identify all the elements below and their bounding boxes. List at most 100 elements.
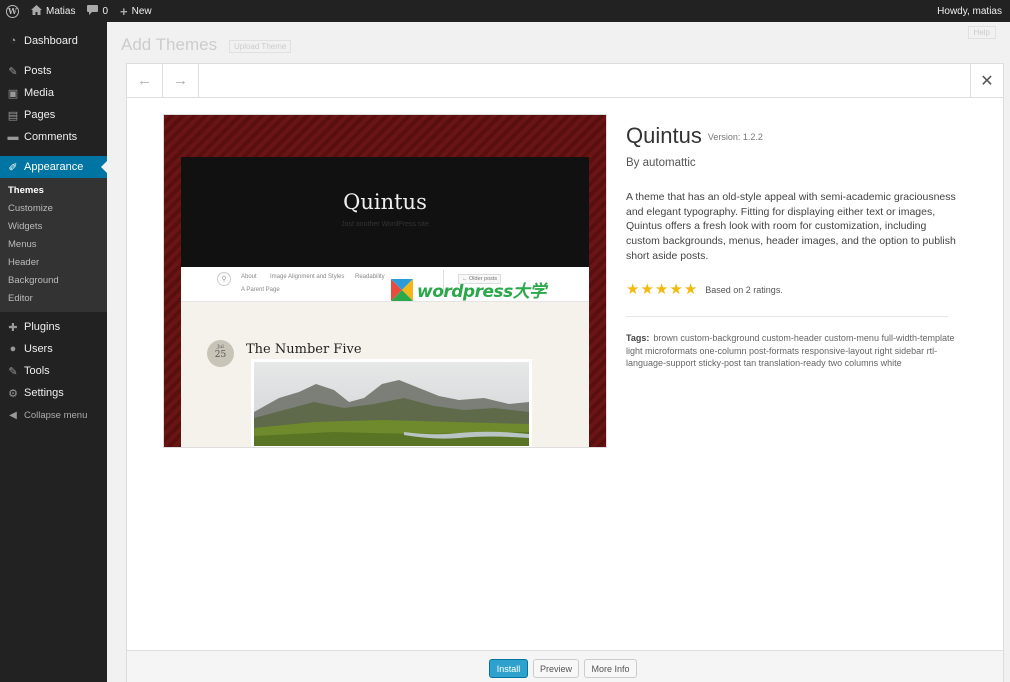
sidebar-item-label: Users <box>24 343 53 355</box>
previous-theme-button[interactable]: ← <box>127 64 163 97</box>
screenshot-nav-link: About <box>241 274 257 280</box>
media-icon: ▣ <box>7 87 19 100</box>
theme-name-text: Quintus <box>626 123 702 148</box>
sidebar-item-label: Tools <box>24 365 50 377</box>
plus-icon: + <box>120 3 128 19</box>
site-name-link[interactable]: Matias <box>25 0 81 22</box>
star-icon: ★ <box>626 281 640 298</box>
sidebar-item-appearance[interactable]: ✐ Appearance <box>0 156 107 178</box>
sidebar-item-label: Dashboard <box>24 35 78 47</box>
screenshot-nav-link: Readability <box>355 274 385 280</box>
star-icon: ★ <box>683 281 698 298</box>
submenu-item-header[interactable]: Header <box>0 254 107 272</box>
screenshot-post-title: The Number Five <box>246 342 362 357</box>
screenshot-tagline: Just another WordPress site <box>341 221 429 228</box>
screenshot-nav-link: A Parent Page <box>241 287 280 293</box>
collapse-menu-label: Collapse menu <box>24 409 88 421</box>
home-icon <box>31 4 42 18</box>
sidebar-item-posts[interactable]: ✎ Posts <box>0 60 107 82</box>
comment-bubble-icon <box>87 4 99 18</box>
theme-author: By automattic <box>626 157 696 169</box>
upload-theme-button[interactable]: Upload Theme <box>229 40 292 53</box>
new-content-link[interactable]: + New <box>114 0 158 22</box>
close-icon: ✕ <box>980 72 994 90</box>
comment-icon: ▬ <box>7 131 19 143</box>
submenu-item-background[interactable]: Background <box>0 272 107 290</box>
collapse-menu-button[interactable]: ◀ Collapse menu <box>0 404 107 426</box>
pages-icon: ▤ <box>7 109 19 122</box>
install-button[interactable]: Install <box>489 659 528 678</box>
watermark-text: wordpress大学 <box>417 282 546 302</box>
arrow-left-icon: ← <box>137 72 152 89</box>
howdy-text: Howdy, matias <box>937 5 1002 17</box>
collapse-arrow-icon: ◀ <box>9 409 17 421</box>
submenu-item-editor[interactable]: Editor <box>0 290 107 308</box>
wordpress-logo-icon: W <box>6 4 19 18</box>
sidebar-item-label: Comments <box>24 131 78 143</box>
theme-tags: Tags: brown custom-background custom-head… <box>626 332 956 370</box>
comments-link[interactable]: 0 <box>81 0 114 22</box>
admin-bar: W Matias 0 + New Howdy, matias <box>0 0 1010 22</box>
brush-icon: ✐ <box>8 161 18 174</box>
my-account-link[interactable]: Howdy, matias <box>937 0 1002 22</box>
submenu-item-themes[interactable]: Themes <box>0 182 107 200</box>
dashboard-icon: ◔ <box>9 35 17 47</box>
preview-button[interactable]: Preview <box>533 659 579 678</box>
search-icon: ⚲ <box>217 272 231 286</box>
rating-count: Based on 2 ratings. <box>705 284 783 295</box>
sidebar-item-label: Media <box>24 87 54 99</box>
close-overlay-button[interactable]: ✕ <box>970 64 1003 97</box>
pin-icon: ✎ <box>8 65 18 78</box>
overlay-header: ← → ✕ <box>127 64 1003 98</box>
theme-version: Version: 1.2.2 <box>707 132 763 142</box>
sidebar-item-plugins[interactable]: ✚ Plugins <box>0 316 107 338</box>
submenu-item-menus[interactable]: Menus <box>0 236 107 254</box>
more-info-button[interactable]: More Info <box>584 659 637 678</box>
site-name: Matias <box>46 5 76 17</box>
comments-count: 0 <box>102 5 109 17</box>
arrow-right-icon: → <box>173 72 188 89</box>
new-label: New <box>131 5 152 17</box>
sidebar-item-label: Appearance <box>24 161 84 173</box>
users-icon: ● <box>9 343 17 355</box>
sidebar-item-label: Posts <box>24 65 52 77</box>
star-icon: ★ <box>654 281 669 298</box>
help-tab[interactable]: Help <box>967 26 996 39</box>
star-icon: ★ <box>640 281 654 298</box>
sidebar-item-settings[interactable]: ⚙ Settings <box>0 382 107 404</box>
watermark-logo: wordpress大学 <box>391 277 546 302</box>
appearance-submenu: Themes Customize Widgets Menus Header Ba… <box>0 178 107 312</box>
sidebar-item-label: Settings <box>24 387 64 399</box>
screenshot-nav-link: Image Alignment and Styles <box>270 274 345 280</box>
tags-label: Tags: <box>626 333 650 343</box>
theme-description: A theme that has an old-style appeal wit… <box>626 191 956 262</box>
sidebar-item-tools[interactable]: ✎ Tools <box>0 360 107 382</box>
wordpress-menu[interactable]: W <box>0 0 25 22</box>
next-theme-button[interactable]: → <box>163 64 199 97</box>
sidebar-item-pages[interactable]: ▤ Pages <box>0 104 107 126</box>
sidebar-item-dashboard[interactable]: ◔ Dashboard <box>0 30 107 52</box>
watermark-x-icon <box>391 278 413 301</box>
wrench-icon: ✎ <box>8 365 18 378</box>
sidebar-item-media[interactable]: ▣ Media <box>0 82 107 104</box>
mountain-landscape-photo <box>254 362 529 446</box>
screenshot-date-badge: Jul 25 <box>207 340 234 367</box>
tags-list: brown custom-background custom-header cu… <box>626 333 955 368</box>
admin-sidebar: ◔ Dashboard ✎ Posts ▣ Media ▤ Pages ▬ Co… <box>0 22 107 682</box>
page-title: Add Themes <box>121 35 218 54</box>
sidebar-item-comments[interactable]: ▬ Comments <box>0 126 107 148</box>
overlay-footer: Install Preview More Info <box>127 650 1003 682</box>
star-icon: ★ <box>669 281 683 298</box>
plugin-icon: ✚ <box>8 321 18 334</box>
screenshot-header: Quintus Just another WordPress site <box>181 157 589 267</box>
screenshot-post-image <box>251 359 532 447</box>
theme-install-overlay: ← → ✕ Quintus Just another WordPress sit… <box>126 63 1004 682</box>
theme-name: Quintus Version: 1.2.2 <box>626 123 763 149</box>
submenu-item-customize[interactable]: Customize <box>0 200 107 218</box>
submenu-item-widgets[interactable]: Widgets <box>0 218 107 236</box>
sidebar-item-label: Pages <box>24 109 56 121</box>
date-day: 25 <box>214 350 227 360</box>
sidebar-item-users[interactable]: ● Users <box>0 338 107 360</box>
divider <box>626 316 948 317</box>
screenshot-body: Jul 25 The Number Five <box>181 302 589 447</box>
